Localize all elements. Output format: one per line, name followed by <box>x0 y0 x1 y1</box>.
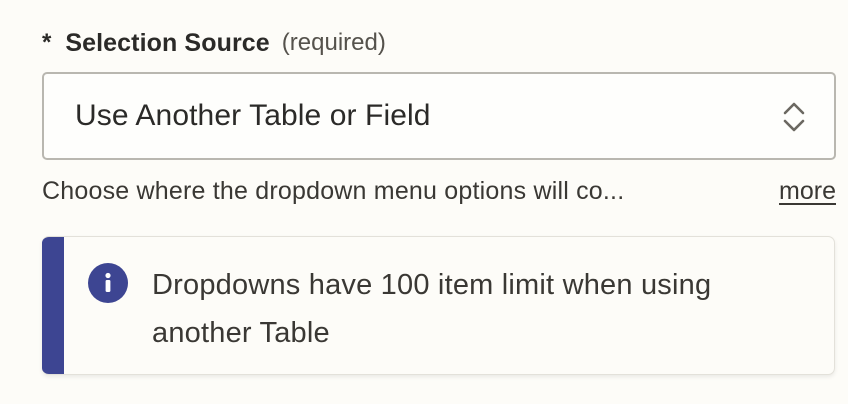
more-link[interactable]: more <box>779 177 836 206</box>
help-text: Choose where the dropdown menu options w… <box>42 176 625 205</box>
help-text-row: Choose where the dropdown menu options w… <box>42 170 838 212</box>
info-alert: Dropdowns have 100 item limit when using… <box>42 236 835 375</box>
alert-accent-bar <box>42 237 64 374</box>
selection-source-select[interactable]: Use Another Table or Field <box>42 72 836 160</box>
info-icon <box>88 263 128 303</box>
field-label-text: Selection Source <box>65 28 270 57</box>
select-value: Use Another Table or Field <box>75 99 431 132</box>
required-asterisk: * <box>42 29 52 56</box>
selection-source-field: * Selection Source (required) Use Anothe… <box>0 0 848 404</box>
chevron-up-down-icon <box>783 102 805 132</box>
field-label: * Selection Source (required) <box>42 26 386 60</box>
required-indicator: (required) <box>281 29 386 56</box>
alert-message: Dropdowns have 100 item limit when using… <box>152 269 712 349</box>
